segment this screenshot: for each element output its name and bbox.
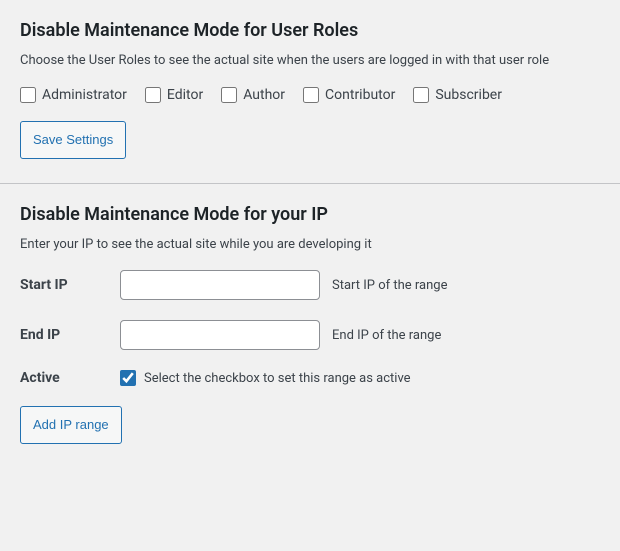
active-label: Active: [20, 370, 120, 386]
role-subscriber-checkbox[interactable]: [413, 87, 429, 103]
role-subscriber[interactable]: Subscriber: [413, 87, 502, 103]
role-administrator-checkbox[interactable]: [20, 87, 36, 103]
user-roles-section: Disable Maintenance Mode for User Roles …: [0, 0, 620, 184]
role-editor[interactable]: Editor: [145, 87, 203, 103]
save-settings-button[interactable]: Save Settings: [20, 121, 126, 159]
user-roles-title: Disable Maintenance Mode for User Roles: [20, 20, 600, 41]
end-ip-hint: End IP of the range: [332, 328, 441, 343]
start-ip-hint: Start IP of the range: [332, 278, 448, 293]
ip-section-title: Disable Maintenance Mode for your IP: [20, 204, 600, 225]
user-roles-description: Choose the User Roles to see the actual …: [20, 51, 600, 71]
role-administrator-label: Administrator: [42, 87, 127, 103]
role-author-label: Author: [243, 87, 285, 103]
active-checkbox-wrap: Select the checkbox to set this range as…: [120, 370, 411, 386]
role-contributor-checkbox[interactable]: [303, 87, 319, 103]
start-ip-input[interactable]: [120, 270, 320, 300]
end-ip-label: End IP: [20, 327, 120, 343]
role-administrator[interactable]: Administrator: [20, 87, 127, 103]
active-description: Select the checkbox to set this range as…: [144, 371, 411, 386]
role-editor-label: Editor: [167, 87, 203, 103]
role-editor-checkbox[interactable]: [145, 87, 161, 103]
role-author[interactable]: Author: [221, 87, 285, 103]
ip-section-description: Enter your IP to see the actual site whi…: [20, 235, 600, 255]
end-ip-input[interactable]: [120, 320, 320, 350]
role-subscriber-label: Subscriber: [435, 87, 502, 103]
add-ip-range-button[interactable]: Add IP range: [20, 406, 122, 444]
active-row: Active Select the checkbox to set this r…: [20, 370, 600, 386]
role-contributor-label: Contributor: [325, 87, 395, 103]
role-contributor[interactable]: Contributor: [303, 87, 395, 103]
start-ip-label: Start IP: [20, 277, 120, 293]
ip-section: Disable Maintenance Mode for your IP Ent…: [0, 184, 620, 469]
start-ip-row: Start IP Start IP of the range: [20, 270, 600, 300]
active-checkbox[interactable]: [120, 370, 136, 386]
roles-checkboxes: Administrator Editor Author Contributor …: [20, 87, 600, 103]
role-author-checkbox[interactable]: [221, 87, 237, 103]
ip-fields: Start IP Start IP of the range End IP En…: [20, 270, 600, 444]
end-ip-row: End IP End IP of the range: [20, 320, 600, 350]
